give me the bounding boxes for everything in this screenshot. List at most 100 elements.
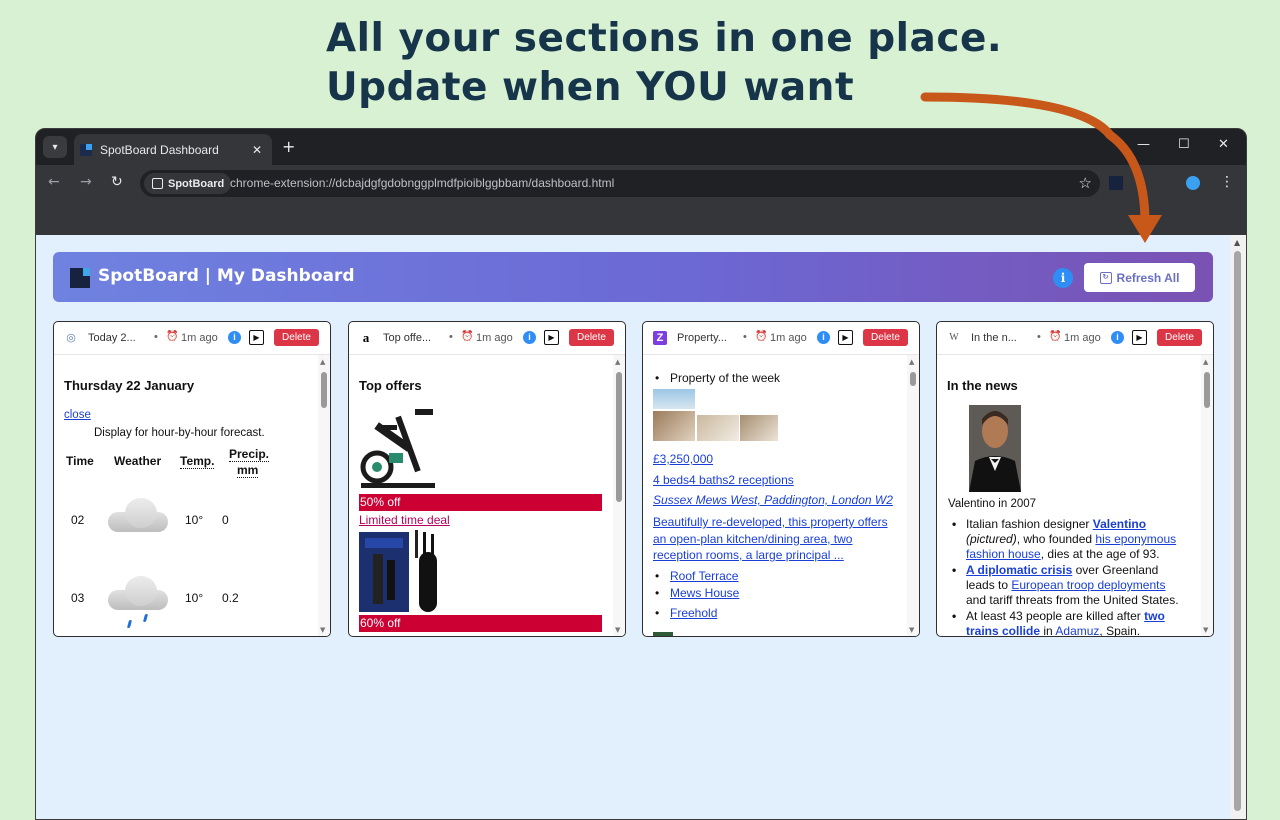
card-header: a Top offe... • ⏰ 1m ago i ▶ Delete	[349, 322, 625, 355]
scroll-thumb[interactable]	[910, 372, 916, 386]
card-title: Property...	[677, 332, 727, 344]
property-photo-living[interactable]	[740, 415, 778, 441]
browser-tab[interactable]: SpotBoard Dashboard ✕	[74, 134, 272, 165]
card-scrollbar[interactable]: ▲ ▼	[1201, 355, 1213, 636]
property-photo-kitchen[interactable]	[697, 415, 739, 441]
card-info-icon[interactable]: i	[817, 331, 830, 344]
alarm-clock-icon: ⏰	[755, 331, 768, 342]
card-scrollbar[interactable]: ▲ ▼	[907, 355, 919, 636]
refresh-icon: ↻	[1099, 271, 1112, 284]
scroll-thumb[interactable]	[616, 372, 622, 502]
property-description[interactable]: Beautifully re-developed, this property …	[653, 514, 899, 564]
scroll-up-arrow-icon[interactable]: ▲	[909, 358, 914, 366]
extension-chip[interactable]: SpotBoard	[144, 173, 232, 194]
open-section-play-icon[interactable]: ▶	[1132, 330, 1147, 345]
news-text: , dies at the age of 93.	[1040, 547, 1160, 561]
deal-link[interactable]: Limited time deal	[359, 513, 450, 527]
reload-button[interactable]: ↻	[111, 174, 123, 190]
page-scroll-up-icon[interactable]: ▲	[1234, 238, 1240, 247]
headline-line-1: All your sections in one place.	[326, 16, 1003, 61]
news-item: Italian fashion designer Valentino (pict…	[949, 517, 1181, 562]
back-button[interactable]: ←	[48, 174, 60, 190]
electric-toothbrush-image[interactable]	[359, 530, 449, 614]
scroll-up-arrow-icon[interactable]: ▲	[320, 358, 325, 366]
card-scrollbar[interactable]: ▲ ▼	[613, 355, 625, 636]
card-title: Top offe...	[383, 332, 432, 344]
close-tab-icon[interactable]: ✕	[252, 143, 262, 157]
property-rooms[interactable]: 4 beds4 baths2 receptions	[653, 473, 794, 487]
delete-button[interactable]: Delete	[569, 329, 614, 346]
close-link[interactable]: close	[64, 409, 91, 421]
page-scroll-thumb[interactable]	[1234, 251, 1241, 811]
separator-dot: •	[449, 331, 453, 343]
globe-icon: ◎	[66, 332, 76, 344]
agent-logo-image	[653, 632, 673, 636]
section-card-property: Z Property... • ⏰ 1m ago i ▶ Delete Prop…	[642, 321, 920, 637]
feature-link[interactable]: Freehold	[670, 606, 717, 620]
updated-ago: 1m ago	[476, 332, 513, 344]
forecast-hint: Display for hour-by-hour forecast.	[94, 427, 265, 439]
section-card-offers: a Top offe... • ⏰ 1m ago i ▶ Delete Top …	[348, 321, 626, 637]
scroll-down-arrow-icon[interactable]: ▼	[615, 626, 620, 634]
news-text: , who founded	[1016, 532, 1096, 546]
profile-avatar[interactable]	[1186, 176, 1200, 190]
scroll-down-arrow-icon[interactable]: ▼	[320, 626, 325, 634]
news-heading: In the news	[947, 378, 1018, 393]
page-scrollbar[interactable]: ▲	[1230, 235, 1246, 819]
news-text: At least 43 people are killed after	[966, 609, 1145, 623]
scroll-up-arrow-icon[interactable]: ▲	[615, 358, 620, 366]
open-section-play-icon[interactable]: ▶	[249, 330, 264, 345]
browser-menu-icon[interactable]: ⋮	[1220, 174, 1234, 190]
card-info-icon[interactable]: i	[523, 331, 536, 344]
property-photo-exterior[interactable]	[653, 389, 695, 409]
delete-button[interactable]: Delete	[274, 329, 319, 346]
news-text: in	[1040, 624, 1056, 636]
card-scrollbar[interactable]: ▲ ▼	[318, 355, 330, 636]
scroll-thumb[interactable]	[1204, 372, 1210, 408]
close-window-button[interactable]: ✕	[1218, 137, 1229, 152]
open-section-play-icon[interactable]: ▶	[838, 330, 853, 345]
property-photo-interior[interactable]	[653, 411, 695, 441]
forward-button[interactable]: →	[80, 174, 92, 190]
refresh-all-button[interactable]: ↻ Refresh All	[1084, 263, 1195, 292]
news-link[interactable]: European troop deployments	[1011, 578, 1165, 592]
open-section-play-icon[interactable]: ▶	[544, 330, 559, 345]
property-of-week-text: Property of the week	[670, 371, 781, 385]
feature-link[interactable]: Mews House	[670, 586, 739, 600]
card-info-icon[interactable]: i	[228, 331, 241, 344]
valentino-photo[interactable]	[969, 405, 1021, 492]
delete-button[interactable]: Delete	[863, 329, 908, 346]
raindrop-icon	[126, 620, 133, 628]
property-address[interactable]: Sussex Mews West, Paddington, London W2	[653, 493, 893, 507]
info-icon[interactable]: i	[1053, 268, 1073, 288]
news-link[interactable]: Valentino	[1093, 517, 1146, 531]
card-content: Property of the week £3,250,000 4 beds4 …	[643, 355, 907, 636]
card-content: In the news Valentino in 2007 Italian fa…	[937, 355, 1201, 636]
tab-search-button[interactable]: ▾	[43, 136, 67, 158]
delete-button[interactable]: Delete	[1157, 329, 1202, 346]
scroll-up-arrow-icon[interactable]: ▲	[1203, 358, 1208, 366]
row-precip: 0.2	[222, 591, 239, 605]
scroll-down-arrow-icon[interactable]: ▼	[1203, 626, 1208, 634]
news-text: Italian fashion designer	[966, 517, 1093, 531]
new-tab-button[interactable]: +	[282, 137, 295, 156]
feature-link[interactable]: Roof Terrace	[670, 569, 738, 583]
feature-item: Freehold	[655, 606, 717, 620]
extension-icon	[152, 178, 163, 189]
photo-caption: Valentino in 2007	[948, 498, 1037, 510]
updated-ago: 1m ago	[770, 332, 807, 344]
scroll-down-arrow-icon[interactable]: ▼	[909, 626, 914, 634]
spotboard-logo-icon	[70, 268, 90, 288]
news-link[interactable]: A diplomatic crisis	[966, 563, 1072, 577]
card-title: In the n...	[971, 332, 1017, 344]
col-header-precip: Precip.	[229, 447, 270, 462]
news-link[interactable]: Adamuz	[1055, 624, 1099, 636]
exercise-bike-image[interactable]	[359, 405, 439, 491]
card-info-icon[interactable]: i	[1111, 331, 1124, 344]
property-price[interactable]: £3,250,000	[653, 452, 713, 466]
extension-chip-label: SpotBoard	[168, 177, 225, 190]
maximize-button[interactable]: ☐	[1178, 137, 1190, 152]
scroll-thumb[interactable]	[321, 372, 327, 408]
card-header: W In the n... • ⏰ 1m ago i ▶ Delete	[937, 322, 1213, 355]
discount-badge: 50% off	[359, 494, 602, 511]
